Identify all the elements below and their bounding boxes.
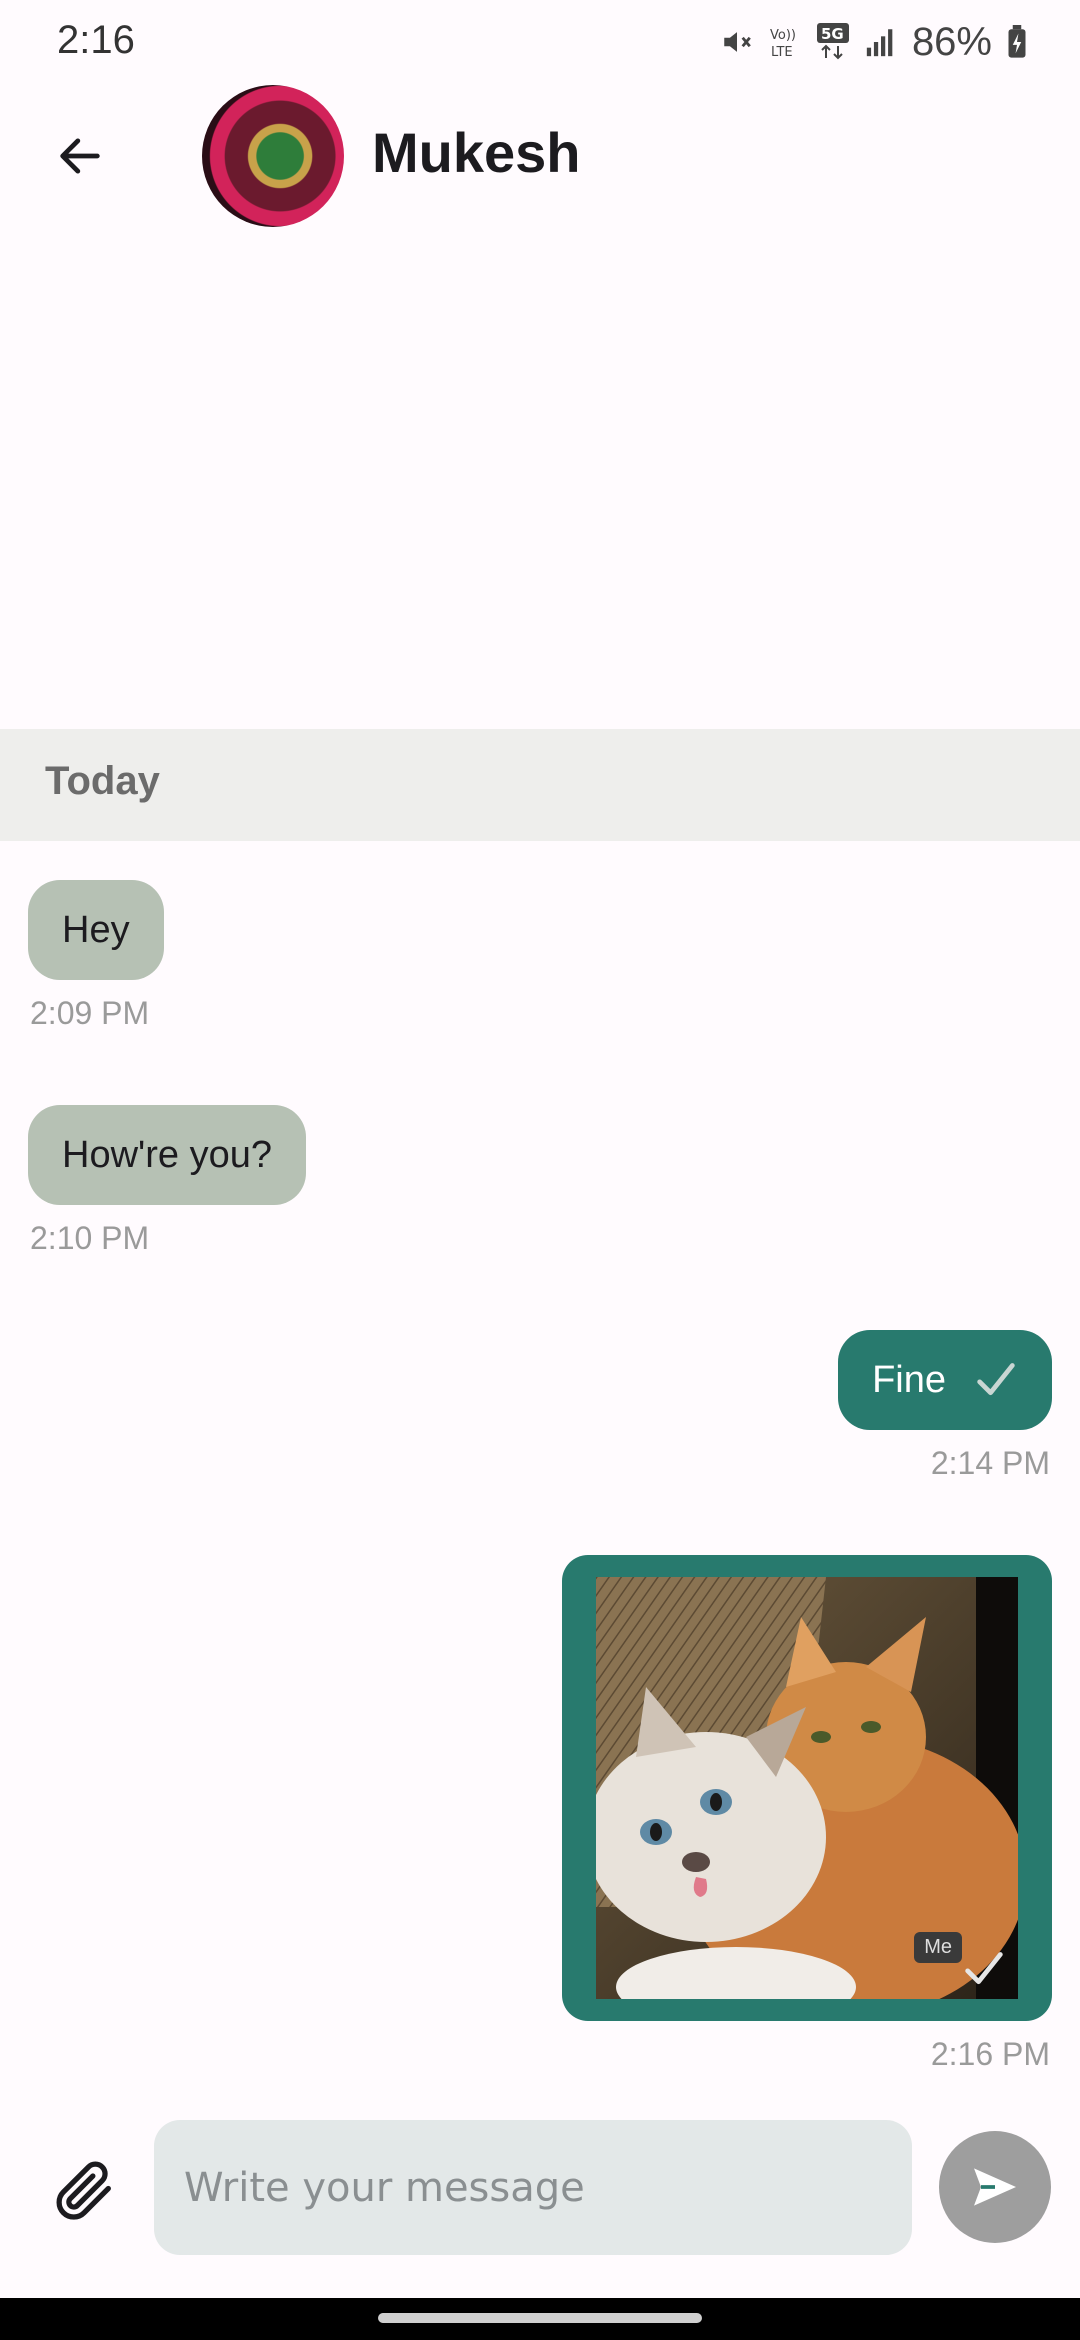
message-composer [0,2100,1080,2260]
check-icon [965,1952,1003,1985]
signal-icon [864,25,898,59]
message-text: Fine [872,1358,946,1401]
message-text: How're you? [62,1133,273,1176]
svg-text:Vo)): Vo)) [770,28,796,43]
paperclip-icon [56,2161,111,2220]
message-time: 2:09 PM [30,995,150,1031]
contact-avatar[interactable] [202,85,344,227]
status-bar: 2:16 Vo)) LTE 5G 86% [0,0,1080,80]
image-frame: Me [596,1577,1018,1999]
check-icon [977,1363,1015,1396]
send-button[interactable] [939,2131,1051,2243]
battery-charging-icon [1006,25,1028,59]
image-tag: Me [914,1932,962,1963]
contact-name[interactable]: Mukesh [372,120,581,185]
message-time: 2:14 PM [930,1445,1050,1481]
date-divider: Today [0,729,1080,841]
arrow-left-icon [60,138,100,174]
send-icon [974,2168,1016,2206]
chat-screen: 2:16 Vo)) LTE 5G 86% Mukesh Today Hey 2:… [0,0,1080,2340]
svg-text:LTE: LTE [771,45,793,60]
volte-icon: Vo)) LTE [768,24,802,60]
home-indicator[interactable] [378,2313,702,2323]
date-divider-label: Today [45,759,160,803]
navigation-bar [0,2298,1080,2340]
back-button[interactable] [40,116,120,196]
message-text: Hey [62,908,130,951]
message-bubble-outgoing[interactable]: Fine [838,1330,1052,1430]
message-time: 2:10 PM [30,1220,150,1256]
status-time: 2:16 [57,18,135,62]
status-icons: Vo)) LTE 5G 86% [720,18,1028,66]
chat-header: Mukesh [0,80,1080,230]
5g-icon: 5G [816,22,850,62]
mute-icon [720,25,754,59]
message-bubble-incoming[interactable]: Hey [28,880,164,980]
message-input[interactable] [154,2120,912,2255]
message-time: 2:16 PM [930,2036,1050,2072]
message-bubble-incoming[interactable]: How're you? [28,1105,307,1205]
attach-button[interactable] [40,2145,130,2235]
svg-text:5G: 5G [821,25,844,43]
battery-percentage: 86% [911,19,992,64]
message-bubble-image[interactable]: Me [562,1555,1052,2021]
